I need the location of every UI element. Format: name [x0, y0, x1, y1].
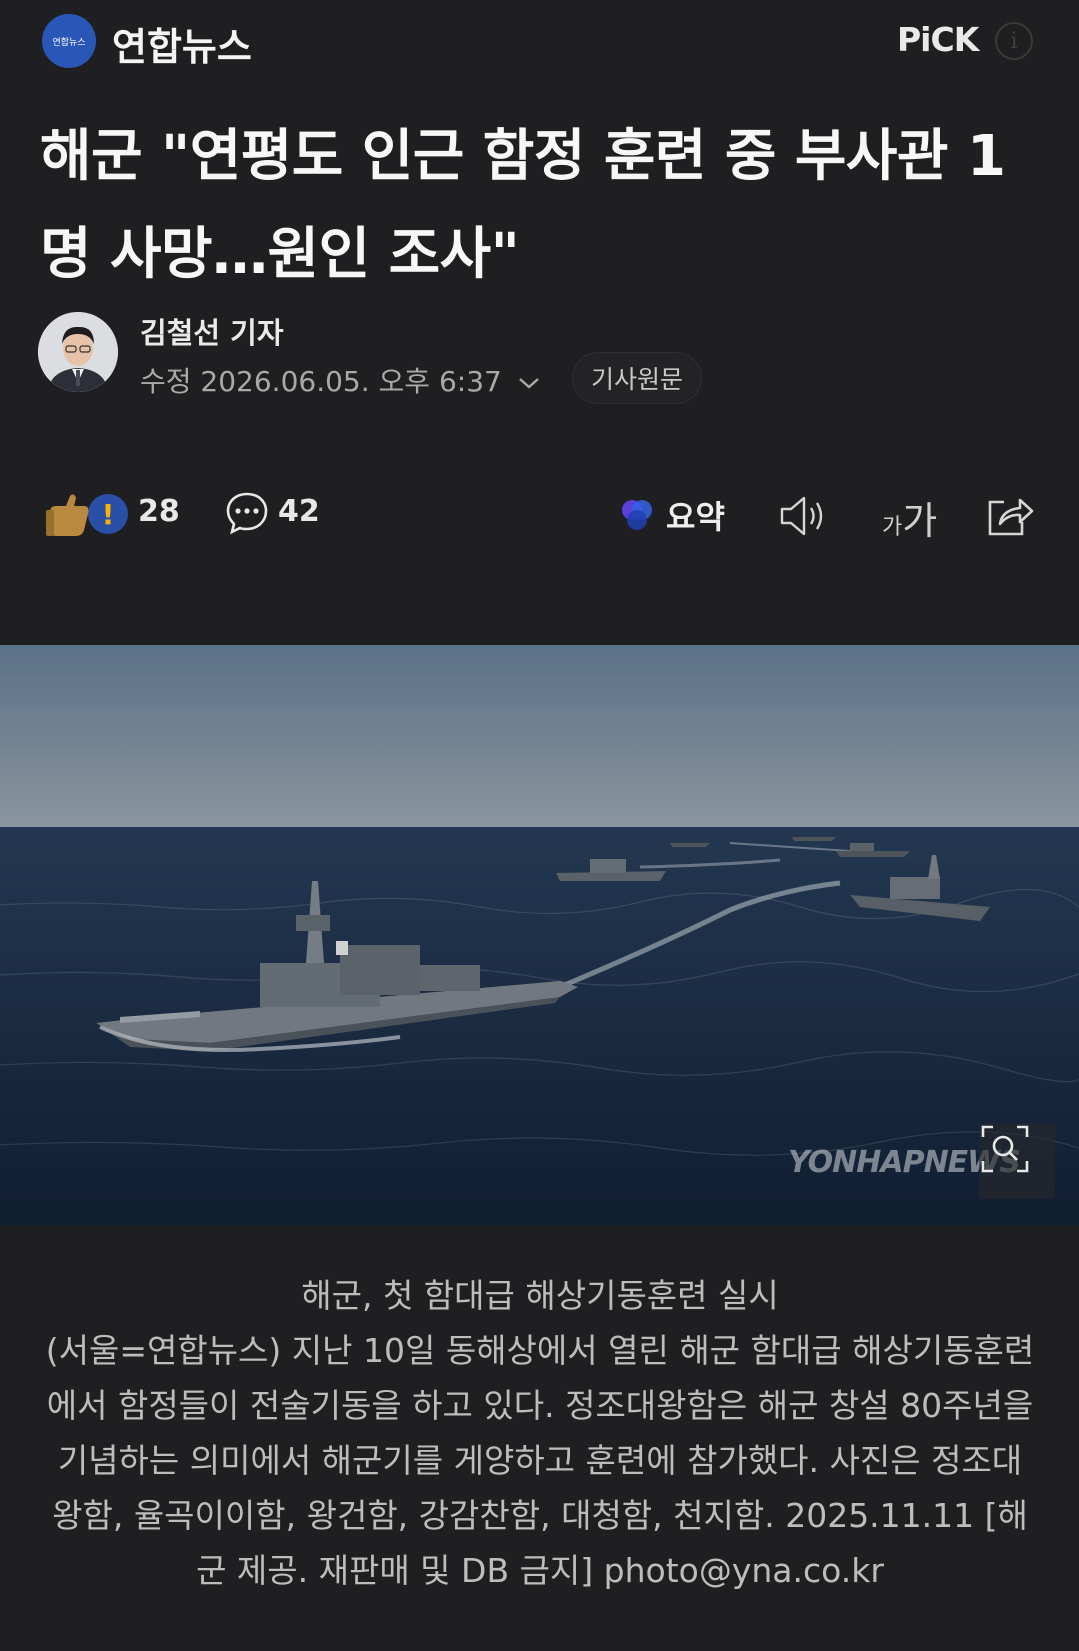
- press-name[interactable]: 연합뉴스: [112, 16, 252, 71]
- article-headline: 해군 "연평도 인근 함정 훈련 중 부사관 1명 사망…원인 조사": [40, 124, 1006, 287]
- share-icon[interactable]: [984, 490, 1036, 540]
- chevron-down-icon[interactable]: [517, 375, 541, 391]
- comment-icon[interactable]: [224, 490, 270, 536]
- modified-date-text: 수정 2026.06.05. 오후 6:37: [140, 365, 502, 398]
- photo-zoom-button[interactable]: [979, 1123, 1055, 1199]
- summary-button[interactable]: 요약: [666, 492, 725, 538]
- modified-date[interactable]: 수정 2026.06.05. 오후 6:37: [140, 360, 541, 400]
- press-logo[interactable]: 연합뉴스: [42, 14, 96, 68]
- summary-ai-icon[interactable]: [618, 496, 656, 534]
- reaction-emoji-icon: !: [46, 494, 128, 536]
- font-size-big-label: 가: [902, 499, 938, 543]
- zoom-search-icon: [981, 1125, 1029, 1173]
- font-size-small-label: 가: [882, 515, 903, 540]
- article-photo[interactable]: YONHAPNEWS: [0, 645, 1079, 1225]
- info-button[interactable]: i: [995, 22, 1033, 60]
- article-page: 연합뉴스 연합뉴스 PiCK i 해군 "연평도 인근 함정 훈련 중 부사관 …: [0, 0, 1079, 1651]
- pick-label: PiCK: [897, 20, 979, 59]
- reaction-count: 28: [138, 494, 180, 529]
- reporter-avatar[interactable]: [38, 312, 118, 392]
- original-article-label: 기사원문: [591, 365, 684, 394]
- speaker-icon[interactable]: [778, 492, 830, 540]
- font-size-button[interactable]: 가가: [882, 490, 937, 545]
- original-article-button[interactable]: 기사원문: [572, 352, 703, 404]
- top-bar: 연합뉴스 연합뉴스 PiCK i: [0, 0, 1079, 84]
- photo-caption: 해군, 첫 함대급 해상기동훈련 실시 (서울=연합뉴스) 지난 10일 동해상…: [44, 1268, 1036, 1598]
- svg-text:!: !: [102, 498, 115, 531]
- caption-title: 해군, 첫 함대급 해상기동훈련 실시: [301, 1276, 779, 1315]
- reporter-name[interactable]: 김철선 기자: [140, 310, 284, 352]
- reaction-button[interactable]: !: [44, 490, 134, 540]
- comment-count[interactable]: 42: [278, 494, 320, 529]
- caption-body: (서울=연합뉴스) 지난 10일 동해상에서 열린 해군 함대급 해상기동훈련에…: [45, 1331, 1035, 1590]
